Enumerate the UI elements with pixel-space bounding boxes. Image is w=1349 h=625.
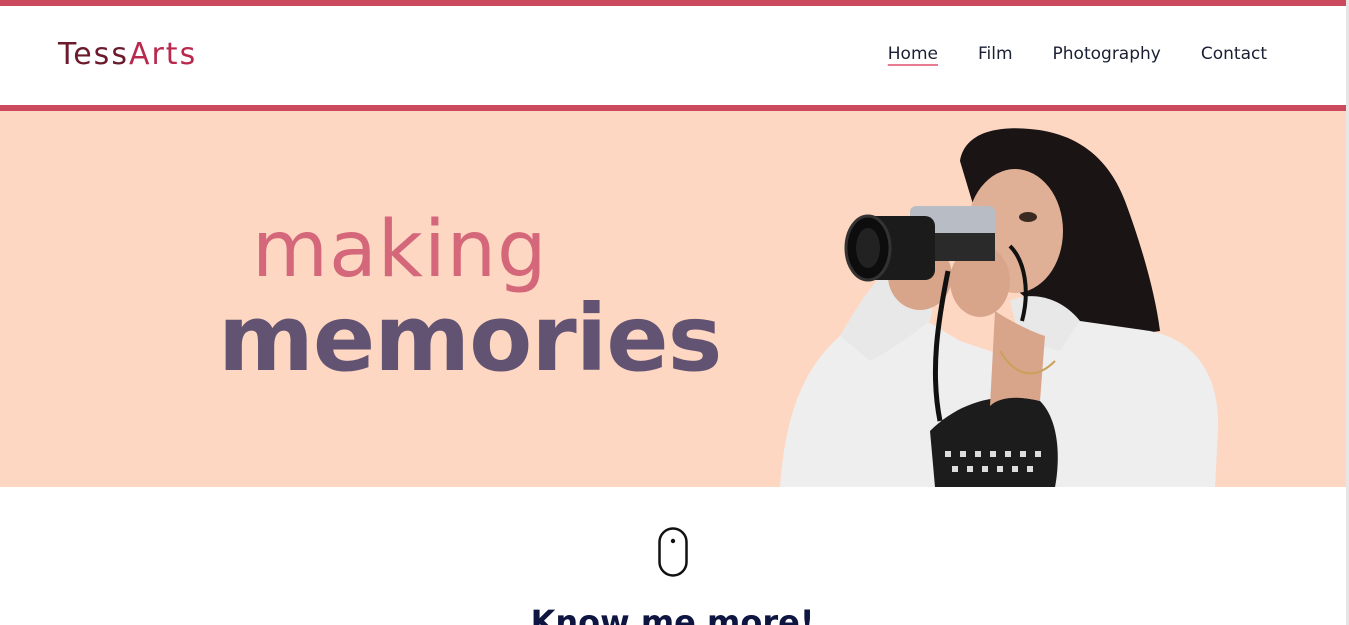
- main-nav: Home Film Photography Contact: [888, 44, 1267, 64]
- know-me-section: Know me more!: [0, 487, 1349, 625]
- site-header: TessArts Home Film Photography Contact: [0, 6, 1349, 105]
- logo-text-tess: Tess: [58, 37, 129, 72]
- hero-text-making: making: [252, 205, 548, 295]
- logo-text-arts: Arts: [128, 37, 198, 72]
- nav-item-contact[interactable]: Contact: [1201, 44, 1267, 64]
- hero-text-memories: memories: [218, 285, 722, 392]
- hero-photographer-image: [780, 128, 1219, 487]
- nav-item-home[interactable]: Home: [888, 44, 938, 64]
- know-me-heading: Know me more!: [530, 602, 815, 625]
- nav-item-film[interactable]: Film: [978, 44, 1013, 64]
- page: TessArts Home Film Photography Contact m…: [0, 0, 1349, 625]
- hero-banner: making memories: [0, 111, 1346, 487]
- nav-item-photography[interactable]: Photography: [1053, 44, 1161, 64]
- mouse-icon[interactable]: [658, 527, 688, 577]
- site-logo[interactable]: TessArts: [58, 40, 197, 70]
